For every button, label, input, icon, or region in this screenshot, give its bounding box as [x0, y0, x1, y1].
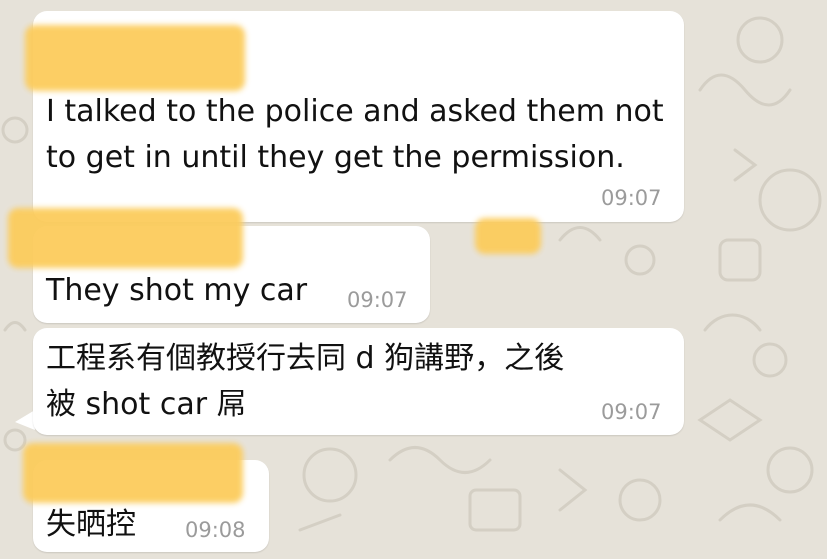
message-text: I talked to the police and asked them no…	[46, 94, 664, 175]
redacted-sender-name	[23, 443, 243, 503]
message-bubble-3[interactable]: 工程系有個教授行去同 d 狗講野，之後 被 shot car 屌 09:07	[33, 328, 684, 435]
message-text: 工程系有個教授行去同 d 狗講野，之後 被 shot car 屌	[46, 341, 565, 422]
redacted-sender-name	[25, 25, 245, 91]
message-text: 失晒控	[46, 507, 136, 542]
redacted-mark	[475, 218, 541, 254]
message-timestamp: 09:07	[601, 400, 662, 424]
message-bubble-4[interactable]: 失晒控 09:08	[23, 443, 269, 552]
message-timestamp: 09:08	[185, 518, 246, 542]
message-bubble-1[interactable]: I talked to the police and asked them no…	[25, 11, 684, 222]
message-timestamp: 09:07	[601, 186, 662, 210]
bubble-tail	[15, 410, 35, 430]
redacted-sender-name	[8, 208, 243, 268]
message-text: They shot my car	[46, 273, 308, 308]
message-timestamp: 09:07	[347, 288, 408, 312]
message-bubble-2[interactable]: They shot my car 09:07	[8, 208, 430, 323]
